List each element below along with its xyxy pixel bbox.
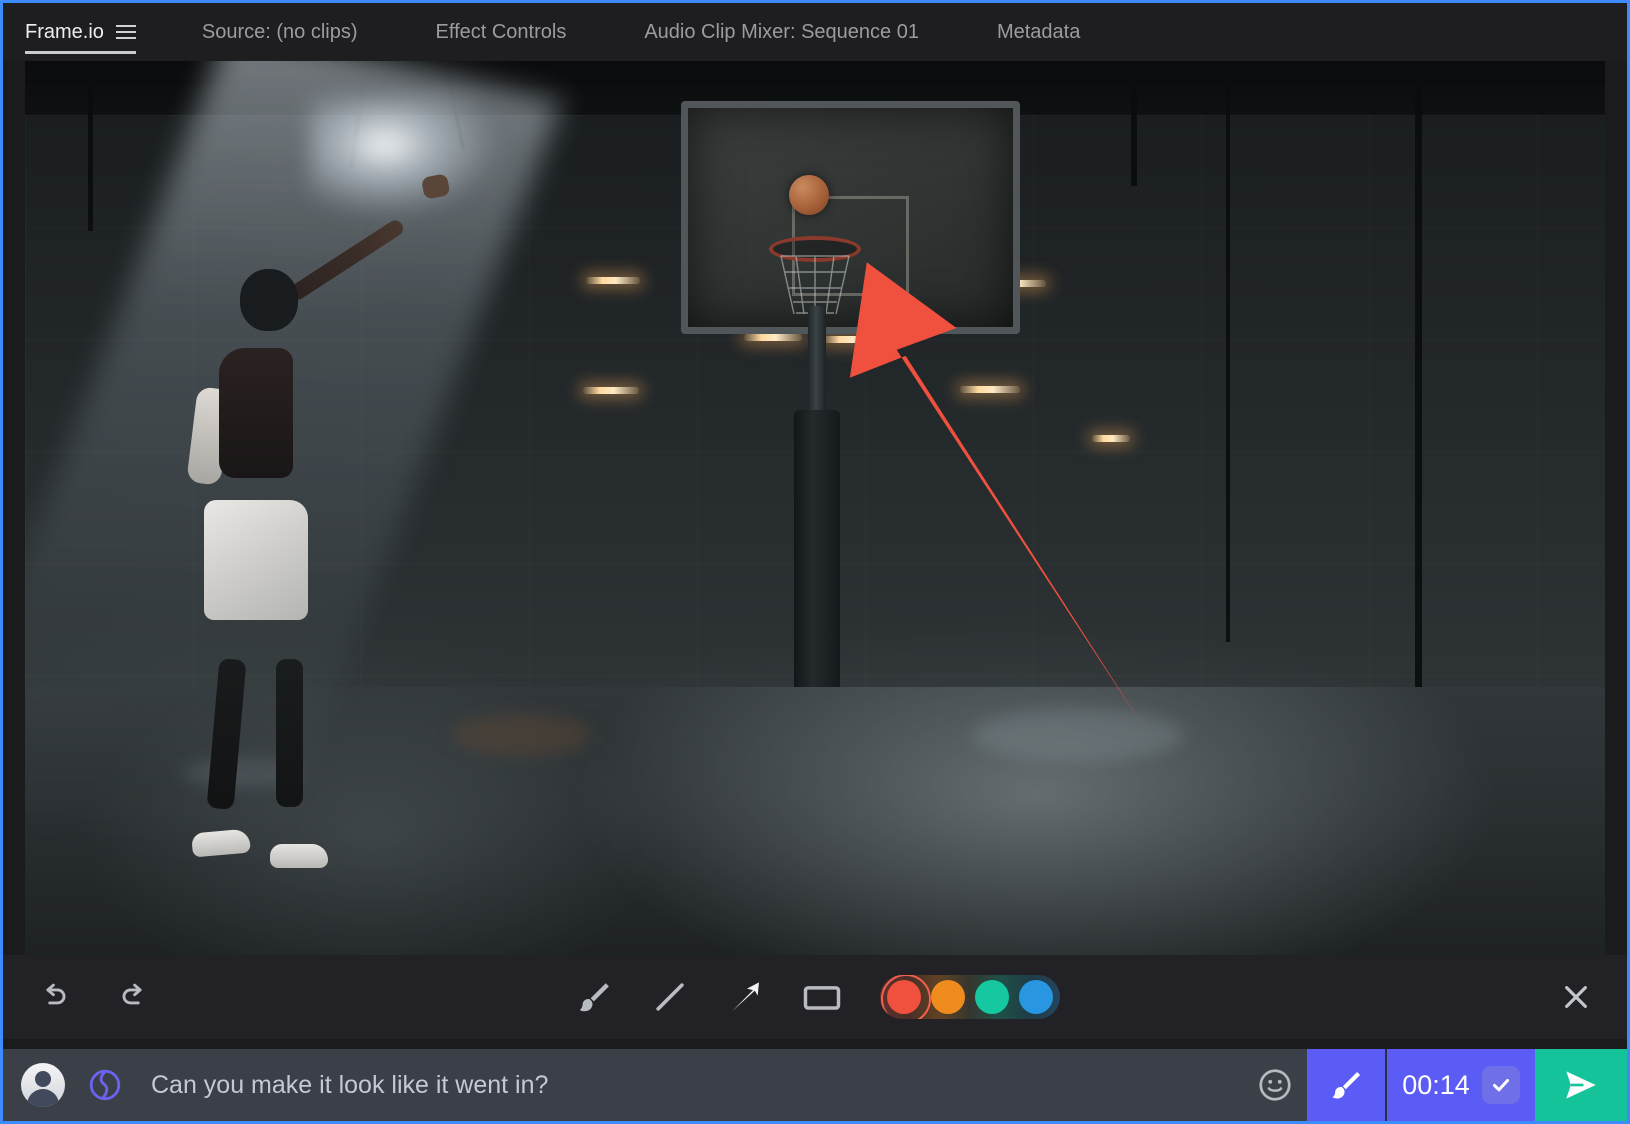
timecode-label: 00:14 bbox=[1402, 1069, 1470, 1100]
basketball-player bbox=[120, 173, 451, 911]
close-annotation-button[interactable] bbox=[1553, 974, 1599, 1020]
arrow-icon bbox=[732, 982, 759, 1012]
truss-beam bbox=[88, 69, 94, 231]
player-torso bbox=[218, 347, 293, 478]
basketball bbox=[788, 175, 829, 216]
player-leg bbox=[275, 658, 303, 807]
tab-effect-controls-label: Effect Controls bbox=[435, 21, 567, 43]
color-swatch-teal[interactable] bbox=[970, 975, 1014, 1019]
color-dot bbox=[931, 980, 965, 1014]
color-dot bbox=[887, 980, 921, 1014]
brush-icon bbox=[1332, 1071, 1361, 1099]
tab-source-label: Source: (no clips) bbox=[201, 21, 358, 43]
player-leg bbox=[206, 657, 247, 810]
color-palette bbox=[880, 975, 1060, 1019]
tab-audio-clip-mixer[interactable]: Audio Clip Mixer: Sequence 01 bbox=[640, 3, 941, 61]
hoop-pole bbox=[807, 305, 826, 418]
color-dot bbox=[1019, 980, 1053, 1014]
hamburger-icon[interactable] bbox=[115, 25, 136, 39]
comment-input[interactable] bbox=[137, 1049, 1243, 1121]
rectangle-icon bbox=[803, 986, 841, 1010]
emoji-button[interactable] bbox=[1243, 1049, 1307, 1121]
video-viewer[interactable] bbox=[25, 61, 1605, 955]
rectangle-tool[interactable] bbox=[798, 973, 846, 1021]
video-frame bbox=[25, 61, 1605, 955]
annotation-toolbar bbox=[3, 955, 1627, 1039]
truss-beam bbox=[1225, 69, 1230, 643]
check-icon bbox=[1492, 1079, 1509, 1092]
undo-button[interactable] bbox=[31, 974, 77, 1020]
send-icon bbox=[1566, 1071, 1596, 1099]
tube-light bbox=[822, 336, 877, 344]
player-head bbox=[239, 268, 298, 331]
tube-light bbox=[743, 333, 802, 341]
truss-beam bbox=[1131, 61, 1137, 187]
globe-icon bbox=[89, 1069, 121, 1101]
panel-tab-bar: Frame.io Source: (no clips) Effect Contr… bbox=[3, 3, 1627, 61]
player-shorts bbox=[203, 500, 308, 621]
brush-icon bbox=[579, 983, 609, 1012]
color-swatch-red[interactable] bbox=[881, 975, 931, 1019]
color-swatch-blue[interactable] bbox=[1014, 975, 1058, 1019]
hoop-pole-pad bbox=[793, 409, 840, 705]
tube-light bbox=[1091, 434, 1130, 442]
emoji-icon bbox=[1259, 1069, 1291, 1101]
comment-bar: 00:14 bbox=[3, 1049, 1627, 1121]
line-tool[interactable] bbox=[646, 973, 694, 1021]
frameio-panel: Frame.io Source: (no clips) Effect Contr… bbox=[0, 0, 1630, 1124]
active-tab-indicator bbox=[25, 51, 136, 54]
tab-metadata-label: Metadata bbox=[996, 21, 1081, 43]
tube-light bbox=[960, 386, 1021, 394]
arrow-tool[interactable] bbox=[722, 973, 770, 1021]
close-icon bbox=[1565, 986, 1587, 1008]
color-dot bbox=[975, 980, 1009, 1014]
line-icon bbox=[656, 983, 684, 1011]
timecode-checkbox[interactable] bbox=[1481, 1066, 1520, 1104]
floor-stain bbox=[451, 713, 592, 756]
tube-light bbox=[582, 387, 639, 395]
tab-frameio[interactable]: Frame.io bbox=[21, 3, 158, 61]
tab-frameio-label: Frame.io bbox=[25, 21, 104, 43]
tube-light bbox=[585, 277, 640, 285]
send-button[interactable] bbox=[1535, 1049, 1627, 1121]
brush-tool[interactable] bbox=[570, 973, 618, 1021]
color-swatch-orange[interactable] bbox=[926, 975, 970, 1019]
timecode-button[interactable]: 00:14 bbox=[1387, 1049, 1535, 1121]
player-shoe bbox=[269, 844, 328, 869]
tab-source[interactable]: Source: (no clips) bbox=[198, 3, 380, 61]
tab-audio-clip-mixer-label: Audio Clip Mixer: Sequence 01 bbox=[644, 21, 919, 43]
redo-icon bbox=[122, 983, 142, 1005]
team-badge-icon[interactable] bbox=[85, 1065, 125, 1105]
redo-button[interactable] bbox=[111, 974, 157, 1020]
history-controls bbox=[31, 974, 157, 1020]
tab-effect-controls[interactable]: Effect Controls bbox=[432, 3, 589, 61]
avatar-head bbox=[35, 1070, 51, 1087]
close-wrap bbox=[1553, 974, 1599, 1020]
truss-beam bbox=[25, 78, 1605, 85]
user-avatar[interactable] bbox=[21, 1063, 65, 1107]
drawing-tools bbox=[570, 973, 1060, 1021]
floor-stain bbox=[973, 709, 1183, 762]
light-source-glow bbox=[309, 96, 500, 217]
annotate-button[interactable] bbox=[1307, 1049, 1387, 1121]
truss-beam bbox=[1415, 69, 1423, 714]
tab-metadata[interactable]: Metadata bbox=[993, 3, 1102, 61]
undo-icon bbox=[46, 983, 66, 1005]
avatar-body bbox=[27, 1089, 59, 1107]
player-shoe bbox=[190, 828, 251, 858]
